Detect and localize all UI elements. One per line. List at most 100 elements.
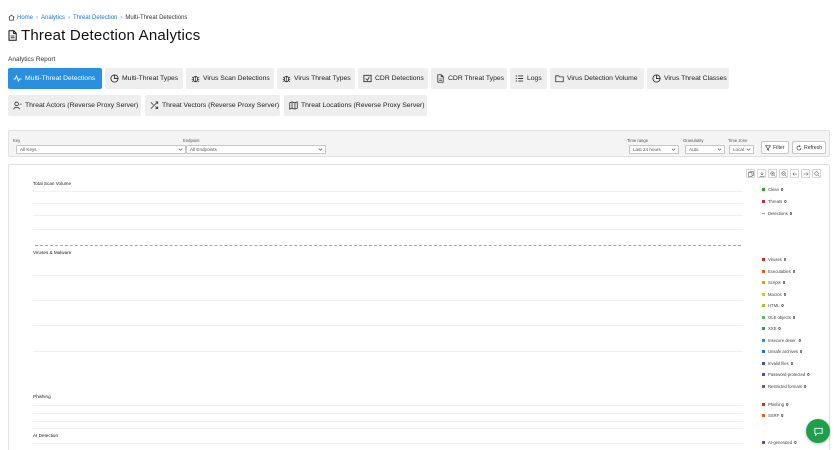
pan-right-button[interactable] (801, 169, 810, 178)
breadcrumb-current: Multi-Threat Detections (125, 14, 188, 21)
pan-left-button[interactable] (790, 169, 799, 178)
chart-card: Total Scan Volume · · · · Clean 0 Threat… (8, 164, 830, 450)
legend-label: Executables (768, 269, 791, 274)
breadcrumb-analytics-link[interactable]: Analytics (41, 15, 65, 21)
legend-swatch (762, 281, 765, 284)
legend-swatch (762, 362, 765, 365)
filter-bar: Key All Keys Endpoint All Endpoints Time… (8, 130, 830, 157)
legend-label: Macros (768, 292, 782, 297)
tab-virus-threat-classes[interactable]: Virus Threat Classes (647, 68, 729, 89)
legend-item[interactable]: Password-protected 0 (762, 372, 810, 377)
page-header: Threat Detection Analytics (8, 27, 200, 44)
legend-item[interactable]: Threats 0 (762, 199, 787, 204)
legend-value: 0 (803, 384, 807, 389)
list-icon (515, 75, 524, 82)
folder-icon (555, 75, 564, 83)
key-label: Key (13, 138, 21, 143)
legend-value: 0 (800, 349, 803, 354)
legend-item[interactable]: Executables 0 (762, 269, 795, 274)
home-icon (8, 14, 15, 21)
legend-value: 0 (783, 257, 787, 262)
legend-item[interactable]: XXE 0 (762, 326, 781, 331)
legend-swatch (762, 339, 765, 342)
pie-chart-icon (110, 74, 119, 83)
y-tick: · (28, 225, 29, 229)
shuffle-icon (150, 101, 159, 110)
grid-line (33, 428, 743, 429)
legend-value: 0 (792, 315, 796, 320)
legend-label: Phishing (768, 402, 785, 407)
bug-icon (282, 75, 291, 83)
endpoint-select[interactable]: All Endpoints (186, 145, 326, 154)
legend-item[interactable]: Detections 0 (762, 211, 792, 216)
zoom-in-button[interactable] (768, 169, 777, 178)
legend-item[interactable]: SSRF 0 (762, 413, 784, 418)
analytics-report-label: Analytics Report (8, 56, 56, 63)
tab-multi-threat-detections[interactable]: Multi-Threat Detections (8, 68, 102, 89)
time-range-select[interactable]: Last 24 hours (629, 145, 679, 154)
zoom-in-icon (769, 170, 776, 177)
legend-value: 0 (789, 211, 793, 216)
legend-item[interactable]: Viruses 0 (762, 257, 786, 262)
legend-item[interactable]: Restricted formats 0 (762, 384, 806, 389)
time-range-label: Time range (627, 138, 649, 143)
tab-cdr-threat-types[interactable]: CDR Threat Types (431, 68, 507, 89)
key-select-value: All Keys (20, 147, 37, 152)
chat-button[interactable] (806, 419, 830, 443)
tab-virus-scan-detections[interactable]: Virus Scan Detections (186, 68, 274, 89)
legend-label: SSRF (768, 413, 780, 418)
tab-threat-locations[interactable]: Threat Locations (Reverse Proxy Server) (284, 95, 427, 116)
tab-label: Virus Threat Types (294, 75, 351, 82)
cdr-icon (363, 74, 372, 83)
tab-cdr-detections[interactable]: CDR Detections (358, 68, 428, 89)
legend-item[interactable]: AI-generated 0 (762, 440, 797, 445)
breadcrumb-threat-detection-link[interactable]: Threat Detection (73, 15, 117, 21)
time-zone-label: Time zone (728, 138, 748, 143)
tab-threat-vectors[interactable]: Threat Vectors (Reverse Proxy Server) (145, 95, 280, 116)
legend-label: Detections (768, 211, 788, 216)
download-button[interactable] (757, 169, 766, 178)
legend-item[interactable]: Unsafe archives 0 (762, 349, 802, 354)
key-select[interactable]: All Keys (16, 145, 186, 154)
legend-item[interactable]: Clean 0 (762, 187, 783, 192)
grid-line (33, 229, 743, 230)
legend-value: 0 (794, 440, 797, 445)
search-button[interactable] (812, 169, 821, 178)
y-tick: · (28, 347, 29, 351)
legend-item[interactable]: HTML 0 (762, 303, 784, 308)
chevron-down-icon (671, 148, 676, 151)
refresh-button[interactable]: Refresh (792, 141, 827, 154)
grid-line (33, 300, 743, 301)
legend-label: Clean (768, 187, 779, 192)
legend-item[interactable]: Invalid files 0 (762, 361, 793, 366)
legend-item[interactable]: Phishing 0 (762, 402, 788, 407)
chart-toolbar (744, 169, 821, 178)
tab-virus-detection-volume[interactable]: Virus Detection Volume (550, 68, 644, 89)
breadcrumb-home-link[interactable]: Home (17, 15, 33, 21)
copy-button[interactable] (746, 169, 755, 178)
tab-virus-threat-types[interactable]: Virus Threat Types (277, 68, 355, 89)
legend-swatch (762, 403, 765, 406)
legend-item[interactable]: Insecure deser. 0 (762, 338, 801, 343)
legend-item[interactable]: Macros 0 (762, 292, 786, 297)
legend-value: 0 (782, 280, 786, 285)
legend-swatch (762, 350, 765, 353)
zoom-out-button[interactable] (779, 169, 788, 178)
chat-icon (813, 427, 823, 436)
grid-line (33, 351, 743, 352)
time-zone-select[interactable]: Local (729, 145, 754, 154)
legend-item[interactable]: OLE objects 0 (762, 315, 795, 320)
legend-item[interactable]: Scripts 0 (762, 280, 785, 285)
grid-line (33, 275, 743, 276)
search-icon (813, 170, 820, 177)
legend-label: OLE objects (768, 315, 791, 320)
granularity-select[interactable]: Auto (685, 145, 725, 154)
tab-threat-actors[interactable]: Threat Actors (Reverse Proxy Server) (8, 95, 141, 116)
tab-multi-threat-types[interactable]: Multi-Threat Types (105, 68, 183, 89)
granularity-select-value: Auto (689, 147, 699, 152)
legend-value: 0 (778, 326, 781, 331)
filter-button[interactable]: Filter (761, 141, 789, 154)
legend-swatch (762, 258, 765, 261)
legend-swatch (762, 441, 765, 444)
tab-logs[interactable]: Logs (510, 68, 547, 89)
